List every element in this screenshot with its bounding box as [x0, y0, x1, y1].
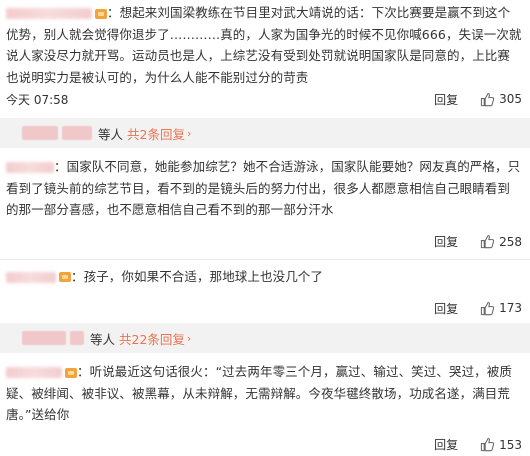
like-count: 305 — [499, 92, 522, 106]
comment-text: ：国家队不同意，她能参加综艺？她不合适游泳，国家队能要她？网友真的严格，只看到了… — [6, 159, 521, 217]
username[interactable] — [6, 271, 56, 283]
replies-who: 等人 — [90, 331, 116, 347]
like-button[interactable]: 305 — [480, 92, 522, 107]
comment-meta: 今天 07:58 回复 305 — [6, 88, 522, 110]
username[interactable] — [6, 162, 54, 173]
reply-avatar — [22, 126, 58, 140]
vip-badge-icon — [65, 367, 77, 378]
comment-meta: 回复 258 — [6, 231, 522, 253]
vip-badge-icon — [59, 272, 71, 282]
comment-body: ：国家队不同意，她能参加综艺？她不合适游泳，国家队能要她？网友真的严格，只看到了… — [6, 156, 522, 221]
reply-avatar — [22, 331, 66, 345]
username[interactable] — [6, 8, 92, 19]
thumbs-up-icon — [480, 438, 495, 452]
thumbs-up-icon — [480, 92, 495, 106]
replies-total[interactable]: 共2条回复 — [127, 124, 185, 143]
replies-expander[interactable]: 等人 共2条回复 › — [0, 118, 530, 148]
vip-badge-icon — [95, 8, 107, 19]
reply-avatar — [70, 331, 84, 345]
comment-item: ：听说最近这句话很火：“过去两年零三个月，赢过、输过、笑过、哭过，被质疑、被绯闻… — [0, 353, 530, 456]
comment-time: 今天 07:58 — [6, 92, 69, 107]
thumbs-up-icon — [480, 235, 495, 249]
comment-meta: 回复 153 — [6, 434, 522, 456]
like-button[interactable]: 153 — [480, 437, 522, 452]
comment-item: ：想起来刘国梁教练在节目里对武大靖说的话：下次比赛要是赢不到这个优势，别人就会觉… — [0, 0, 530, 110]
comment-feed: ：想起来刘国梁教练在节目里对武大靖说的话：下次比赛要是赢不到这个优势，别人就会觉… — [0, 0, 530, 456]
like-button[interactable]: 173 — [480, 301, 522, 316]
replies-total[interactable]: 共22条回复 — [119, 329, 185, 348]
comment-meta: 回复 173 — [6, 297, 522, 319]
like-count: 258 — [499, 234, 522, 249]
reply-avatar — [62, 126, 92, 140]
comment-item: ：国家队不同意，她能参加综艺？她不合适游泳，国家队能要她？网友真的严格，只看到了… — [0, 148, 530, 253]
like-count: 153 — [499, 437, 522, 452]
comment-item: ：孩子，你如果不合适，那地球上也没几个了 回复 173 — [0, 259, 530, 319]
reply-button[interactable]: 回复 — [434, 91, 458, 108]
comment-body: ：听说最近这句话很火：“过去两年零三个月，赢过、输过、笑过、哭过，被质疑、被绯闻… — [6, 361, 522, 426]
comment-body: ：想起来刘国梁教练在节目里对武大靖说的话：下次比赛要是赢不到这个优势，别人就会觉… — [6, 2, 522, 88]
like-button[interactable]: 258 — [480, 234, 522, 249]
comment-text: ：听说最近这句话很火：“过去两年零三个月，赢过、输过、笑过、哭过，被质疑、被绯闻… — [6, 364, 512, 422]
thumbs-up-icon — [480, 301, 495, 315]
reply-button[interactable]: 回复 — [434, 233, 458, 250]
chevron-right-icon: › — [186, 331, 192, 345]
reply-button[interactable]: 回复 — [434, 436, 458, 453]
chevron-right-icon: › — [186, 126, 192, 140]
comment-body: ：孩子，你如果不合适，那地球上也没几个了 — [6, 266, 522, 288]
replies-expander[interactable]: 等人 共22条回复 › — [0, 323, 530, 353]
like-count: 173 — [499, 301, 522, 315]
username[interactable] — [6, 367, 62, 378]
comment-text: ：孩子，你如果不合适，那地球上也没几个了 — [71, 268, 324, 284]
reply-button[interactable]: 回复 — [434, 300, 458, 317]
replies-who: 等人 — [98, 126, 124, 142]
